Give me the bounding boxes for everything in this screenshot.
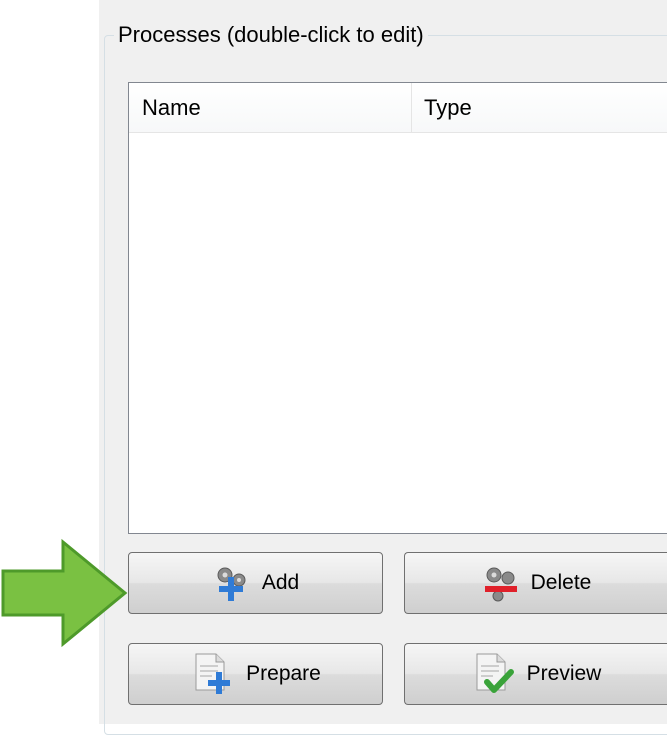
gears-plus-icon bbox=[212, 563, 252, 603]
list-body[interactable] bbox=[129, 133, 667, 533]
preview-button[interactable]: Preview bbox=[404, 643, 667, 705]
prepare-button[interactable]: Prepare bbox=[128, 643, 383, 705]
document-plus-icon bbox=[190, 652, 236, 696]
processes-list[interactable]: Name Type bbox=[128, 82, 667, 534]
delete-button[interactable]: Delete bbox=[404, 552, 667, 614]
column-header-type[interactable]: Type bbox=[412, 83, 667, 132]
add-button[interactable]: Add bbox=[128, 552, 383, 614]
green-arrow-icon bbox=[0, 537, 128, 654]
list-header: Name Type bbox=[129, 83, 667, 133]
prepare-label: Prepare bbox=[246, 662, 321, 685]
preview-label: Preview bbox=[526, 662, 602, 685]
column-header-name[interactable]: Name bbox=[129, 83, 412, 132]
group-title: Processes (double-click to edit) bbox=[114, 20, 428, 50]
document-check-icon bbox=[471, 652, 517, 696]
add-label: Add bbox=[261, 571, 300, 594]
gears-minus-icon bbox=[481, 563, 521, 603]
delete-label: Delete bbox=[530, 571, 592, 594]
